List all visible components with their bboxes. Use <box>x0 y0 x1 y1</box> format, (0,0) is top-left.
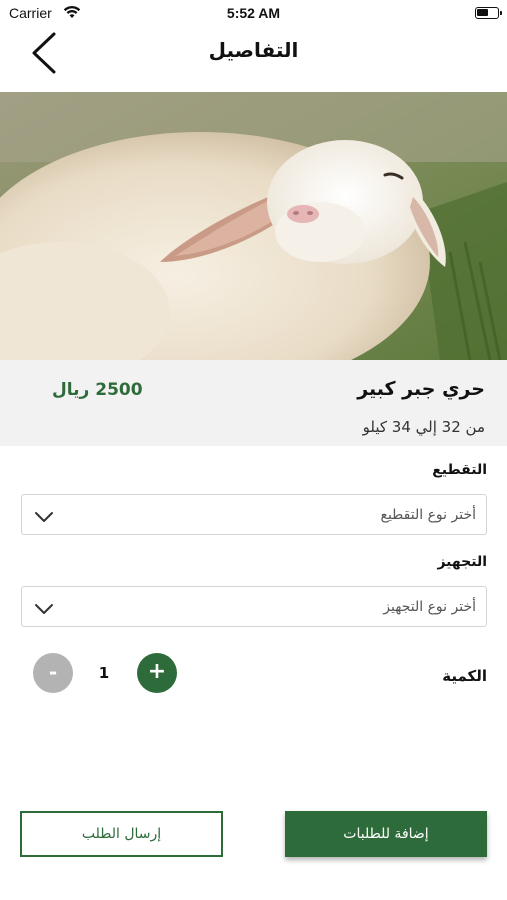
preparation-label: التجهيز <box>437 554 487 570</box>
battery-icon <box>475 7 502 19</box>
preparation-placeholder: أختر نوع التجهيز <box>383 599 476 615</box>
product-price: 2500 ريال <box>52 380 143 400</box>
quantity-label: الكمية <box>442 667 487 685</box>
chevron-down-icon <box>34 600 54 619</box>
chevron-down-icon <box>34 508 54 527</box>
quantity-increase-button[interactable]: + <box>137 653 177 693</box>
cutting-label: التقطيع <box>432 462 487 478</box>
page-title: التفاصيل <box>208 38 299 62</box>
preparation-select[interactable]: أختر نوع التجهيز <box>21 586 487 627</box>
quantity-decrease-button[interactable]: - <box>33 653 73 693</box>
quantity-value: 1 <box>98 664 110 682</box>
nav-bar: التفاصيل <box>0 28 507 86</box>
cutting-select[interactable]: أختر نوع التقطيع <box>21 494 487 535</box>
product-image <box>0 92 507 360</box>
add-to-orders-button[interactable]: إضافة للطلبات <box>285 811 487 857</box>
status-bar: Carrier 5:52 AM <box>0 0 507 28</box>
product-name: حري جبر كبير <box>357 378 485 400</box>
send-order-button[interactable]: إرسال الطلب <box>20 811 223 857</box>
product-info-panel: حري جبر كبير 2500 ريال من 32 إلي 34 كيلو <box>0 360 507 446</box>
cutting-placeholder: أختر نوع التقطيع <box>380 507 477 523</box>
clock: 5:52 AM <box>226 5 281 21</box>
product-weight: من 32 إلي 34 كيلو <box>362 418 485 436</box>
